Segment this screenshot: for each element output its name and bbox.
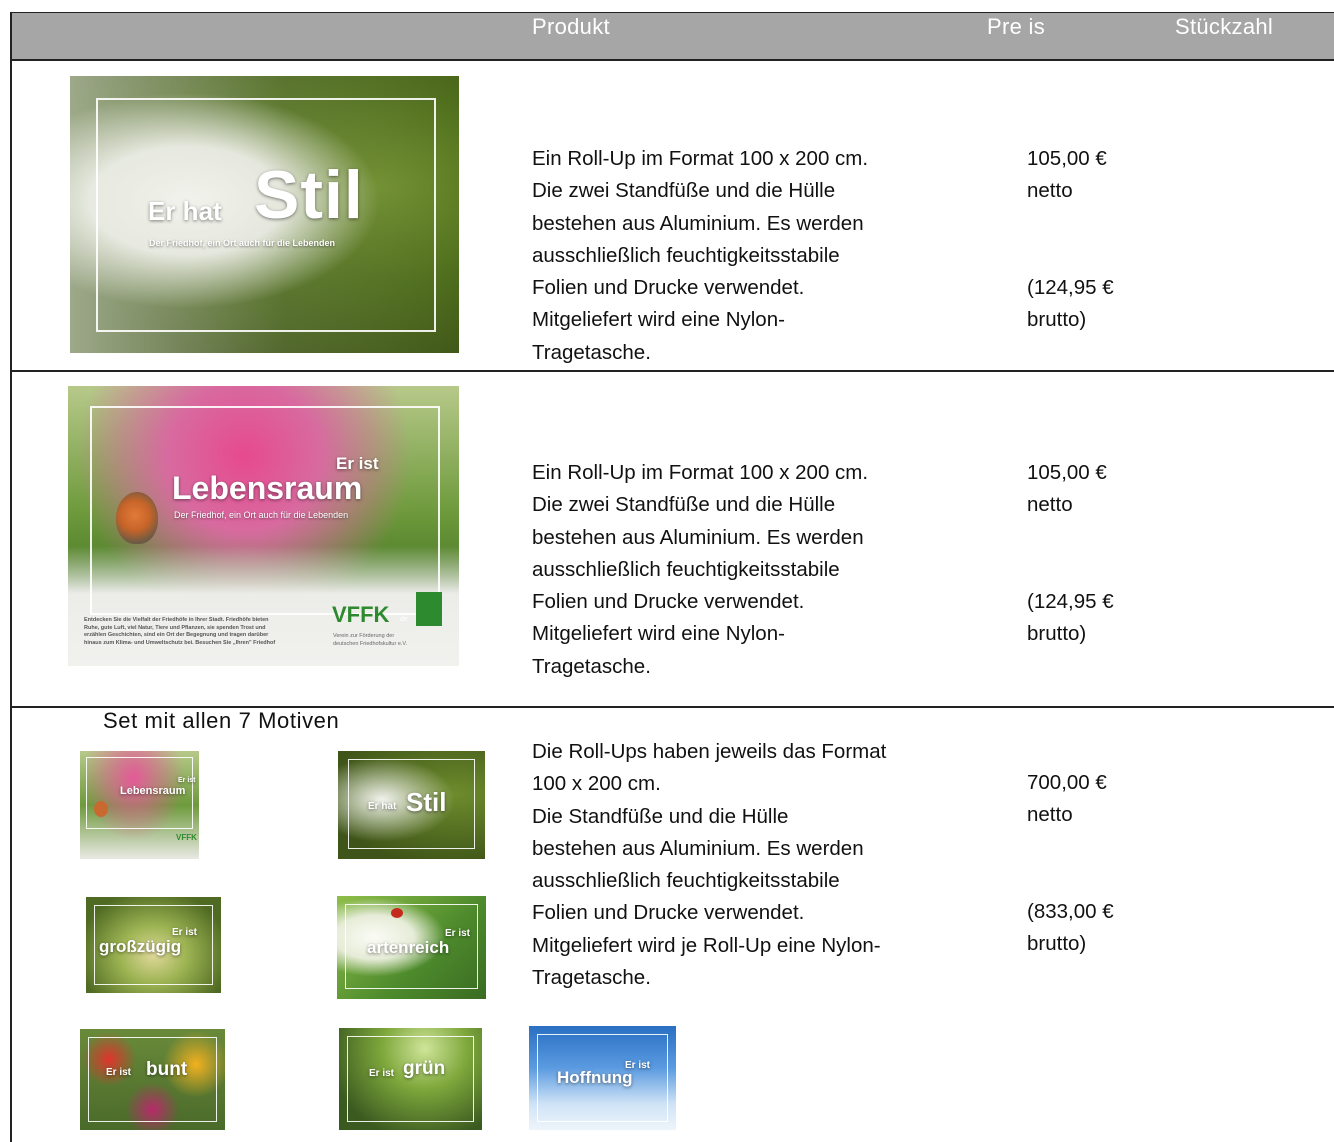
thumbnail-small-word: Er ist: [369, 1068, 395, 1079]
thumbnail-lebensraum: Er ist Lebensraum VFFK: [80, 751, 199, 859]
poster-small-word: Er hat: [148, 196, 222, 226]
description-line: Folien und Drucke verwendet.: [532, 901, 805, 925]
robin-bird: [94, 801, 108, 817]
poster-big-word: Stil: [254, 157, 364, 233]
price-value: 105,00 €: [1027, 461, 1107, 484]
thumbnail-grosszuegig: Er ist großzügig: [86, 897, 221, 993]
vffk-caption: Verein zur Förderung der deutschen Fried…: [333, 633, 407, 648]
description-line: Ein Roll-Up im Format 100 x 200 cm.: [532, 461, 869, 484]
description-line: Mitgeliefert wird eine Nylon-: [532, 622, 785, 646]
set-title: Set mit allen 7 Motiven: [103, 708, 340, 733]
thumbnail-big-word: Stil: [406, 787, 447, 817]
thumbnail-stil: Er hat Stil: [338, 751, 485, 859]
table-left-border: [10, 12, 12, 1142]
poster-big-word: Lebensraum: [172, 470, 363, 506]
description-line: Mitgeliefert wird je Roll-Up eine Nylon-: [532, 933, 881, 957]
row-divider-1: [10, 370, 1334, 372]
vffk-logo: VFFK: [332, 602, 390, 627]
thumbnail-big-word: bunt: [146, 1059, 188, 1080]
column-header-quantity: Stückzahl: [1175, 14, 1274, 39]
thumbnail-gruen: Er ist grün: [339, 1028, 482, 1130]
thumbnail-small-word: Er ist: [178, 777, 196, 784]
description-line: Die Standfüße und die Hülle: [532, 804, 789, 828]
description-line: Die zwei Standfüße und die Hülle: [532, 179, 836, 203]
poster-er-ist-lebensraum: Er ist Lebensraum Der Friedhof, ein Ort …: [68, 386, 459, 666]
thumbnail-artenreich: Er ist artenreich: [337, 896, 486, 999]
description-line: Tragetasche.: [532, 966, 651, 990]
description-line: bestehen aus Aluminium. Es werden: [532, 211, 864, 235]
price-label: brutto): [1027, 622, 1087, 646]
price-value: (124,95 €: [1027, 590, 1114, 613]
price-net-1: 105,00 € netto: [1027, 143, 1107, 208]
price-value: 700,00 €: [1027, 771, 1107, 794]
price-value: 105,00 €: [1027, 147, 1107, 170]
description-line: bestehen aus Aluminium. Es werden: [532, 836, 864, 860]
thumbnail-bunt: Er ist bunt: [80, 1029, 225, 1130]
description-line: Tragetasche.: [532, 654, 651, 678]
price-label: brutto): [1027, 308, 1087, 332]
price-net-3: 700,00 € netto: [1027, 767, 1107, 832]
description-line: Tragetasche.: [532, 340, 651, 364]
poster-body-text: Entdecken Sie die Vielfalt der Friedhöfe…: [84, 617, 275, 647]
description-line: Folien und Drucke verwendet.: [532, 590, 805, 614]
thumbnail-small-word: Er ist: [106, 1067, 132, 1078]
product-description-3: Die Roll-Ups haben jeweils das Format 10…: [532, 736, 972, 994]
description-line: ausschließlich feuchtigkeitsstabile: [532, 557, 840, 581]
poster-body-line: hinaus zum Klima- und Umweltschutz bei. …: [84, 639, 276, 646]
robin-bird: [116, 492, 158, 544]
price-gross-2: (124,95 € brutto): [1027, 586, 1114, 651]
thumbnail-small-word: Er hat: [368, 801, 397, 812]
poster-subtitle: Der Friedhof, ein Ort auch für die Leben…: [149, 238, 336, 248]
thumbnail-big-word: artenreich: [367, 938, 450, 957]
description-line: Mitgeliefert wird eine Nylon-: [532, 308, 785, 332]
price-label: netto: [1027, 179, 1073, 203]
vffk-caption-line: Verein zur Förderung der: [333, 633, 395, 639]
logo-square: [416, 592, 442, 626]
vffk-logo-suffix: .de: [398, 616, 408, 623]
ladybug: [391, 908, 403, 918]
poster-body-line: Entdecken Sie die Vielfalt der Friedhöfe…: [84, 617, 269, 623]
description-line: Die Roll-Ups haben jeweils das Format: [532, 740, 887, 763]
description-line: bestehen aus Aluminium. Es werden: [532, 525, 864, 549]
thumbnail-big-word: großzügig: [99, 937, 182, 956]
product-description-2: Ein Roll-Up im Format 100 x 200 cm. Die …: [532, 457, 962, 683]
product-description-1: Ein Roll-Up im Format 100 x 200 cm. Die …: [532, 143, 962, 369]
header-bottom-border: [10, 59, 1334, 61]
price-label: brutto): [1027, 932, 1087, 956]
poster-subtitle: Der Friedhof, ein Ort auch für die Leben…: [174, 510, 349, 520]
price-value: (833,00 €: [1027, 900, 1114, 923]
thumbnail-big-word: grün: [403, 1058, 446, 1079]
price-label: netto: [1027, 493, 1073, 517]
description-line: ausschließlich feuchtigkeitsstabile: [532, 243, 840, 267]
price-net-2: 105,00 € netto: [1027, 457, 1107, 522]
description-line: Die zwei Standfüße und die Hülle: [532, 493, 836, 517]
column-header-product: Produkt: [532, 14, 610, 39]
description-line: Folien und Drucke verwendet.: [532, 276, 805, 300]
vffk-caption-line: deutschen Friedhofskultur e.V.: [333, 640, 408, 647]
description-line: 100 x 200 cm.: [532, 772, 661, 796]
poster-body-line: erzählen Geschichten, sind ein Ort der B…: [84, 632, 269, 638]
price-label: netto: [1027, 803, 1073, 827]
thumbnail-big-word: Hoffnung: [557, 1068, 633, 1087]
poster-er-hat-stil: Er hat Stil Der Friedhof, ein Ort auch f…: [70, 76, 459, 353]
description-line: ausschließlich feuchtigkeitsstabile: [532, 869, 840, 893]
price-value: (124,95 €: [1027, 276, 1114, 299]
thumbnail-big-word: Lebensraum: [120, 785, 186, 797]
price-gross-1: (124,95 € brutto): [1027, 272, 1114, 337]
vffk-logo: VFFK: [176, 833, 197, 842]
column-header-price: Pre is: [987, 14, 1046, 39]
price-gross-3: (833,00 € brutto): [1027, 896, 1114, 961]
table-header: [10, 12, 1334, 59]
description-line: Ein Roll-Up im Format 100 x 200 cm.: [532, 147, 869, 170]
poster-body-line: Ruhe, gute Luft, viel Natur, Tiere und P…: [84, 624, 266, 631]
thumbnail-hoffnung: Er ist Hoffnung: [529, 1026, 676, 1130]
